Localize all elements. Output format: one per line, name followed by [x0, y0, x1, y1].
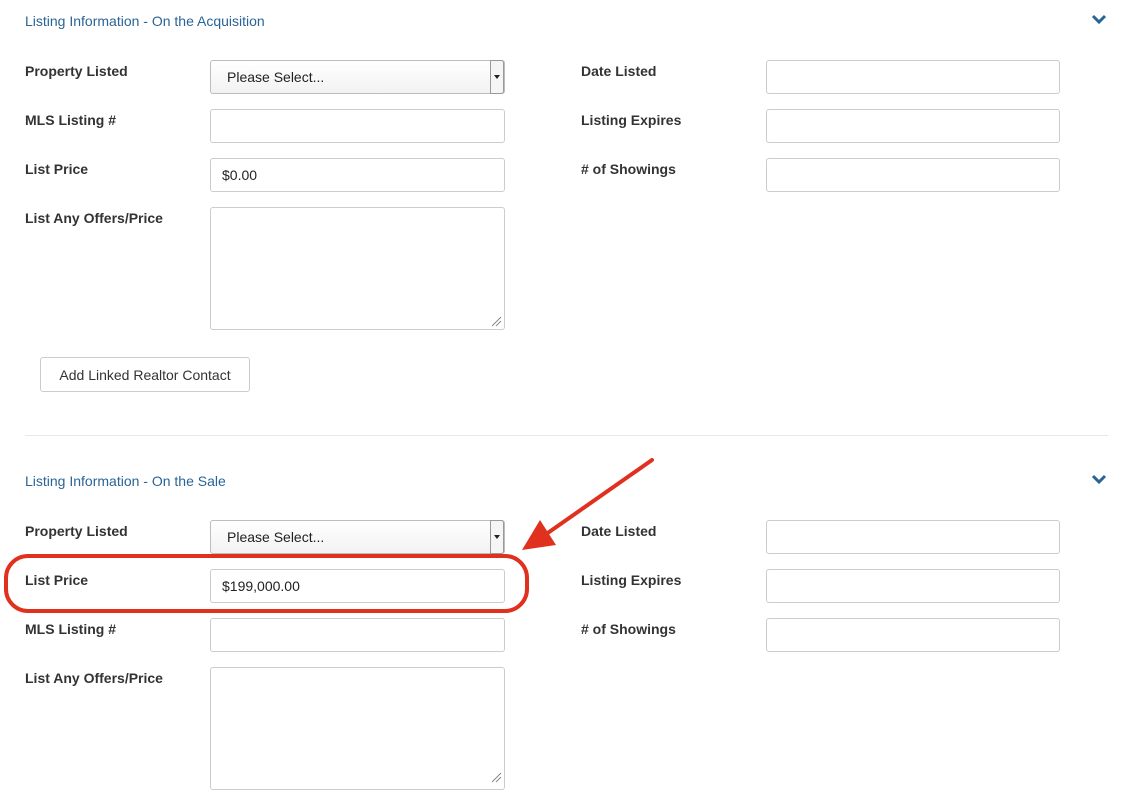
offers-price-label: List Any Offers/Price	[25, 670, 163, 686]
property-listed-select[interactable]: Please Select...	[210, 520, 505, 554]
list-price-input[interactable]	[210, 569, 505, 603]
showings-input[interactable]	[766, 618, 1060, 652]
section-divider	[25, 435, 1108, 436]
date-listed-input[interactable]	[766, 520, 1060, 554]
property-listed-label: Property Listed	[25, 63, 128, 79]
date-listed-label: Date Listed	[581, 63, 657, 79]
property-listed-label: Property Listed	[25, 523, 128, 539]
mls-listing-label: MLS Listing #	[25, 112, 116, 128]
offers-price-textarea[interactable]	[210, 207, 505, 330]
select-arrow[interactable]	[490, 60, 504, 94]
sale-section-title[interactable]: Listing Information - On the Sale	[25, 473, 226, 489]
listing-expires-input[interactable]	[766, 109, 1060, 143]
listing-expires-label: Listing Expires	[581, 112, 682, 128]
mls-listing-input[interactable]	[210, 109, 505, 143]
caret-down-icon	[494, 75, 500, 79]
resize-handle-icon[interactable]	[490, 315, 502, 327]
mls-listing-input[interactable]	[210, 618, 505, 652]
listing-expires-label: Listing Expires	[581, 572, 682, 588]
offers-price-label: List Any Offers/Price	[25, 210, 163, 226]
showings-input[interactable]	[766, 158, 1060, 192]
property-listed-select-value: Please Select...	[227, 529, 325, 545]
list-price-label: List Price	[25, 161, 89, 177]
property-listed-select-value: Please Select...	[227, 69, 325, 85]
caret-down-icon	[494, 535, 500, 539]
property-listed-select[interactable]: Please Select...	[210, 60, 505, 94]
list-price-input[interactable]	[210, 158, 505, 192]
date-listed-input[interactable]	[766, 60, 1060, 94]
acquisition-section-title[interactable]: Listing Information - On the Acquisition	[25, 13, 265, 29]
offers-price-textarea[interactable]	[210, 667, 505, 790]
select-arrow[interactable]	[490, 520, 504, 554]
listing-expires-input[interactable]	[766, 569, 1060, 603]
showings-label: # of Showings	[581, 161, 676, 177]
chevron-down-icon[interactable]	[1091, 13, 1107, 25]
add-linked-realtor-button[interactable]: Add Linked Realtor Contact	[40, 357, 250, 392]
showings-label: # of Showings	[581, 621, 676, 637]
mls-listing-label: MLS Listing #	[25, 621, 116, 637]
chevron-down-icon[interactable]	[1091, 473, 1107, 485]
list-price-label: List Price	[25, 572, 89, 588]
resize-handle-icon[interactable]	[490, 771, 502, 783]
date-listed-label: Date Listed	[581, 523, 657, 539]
